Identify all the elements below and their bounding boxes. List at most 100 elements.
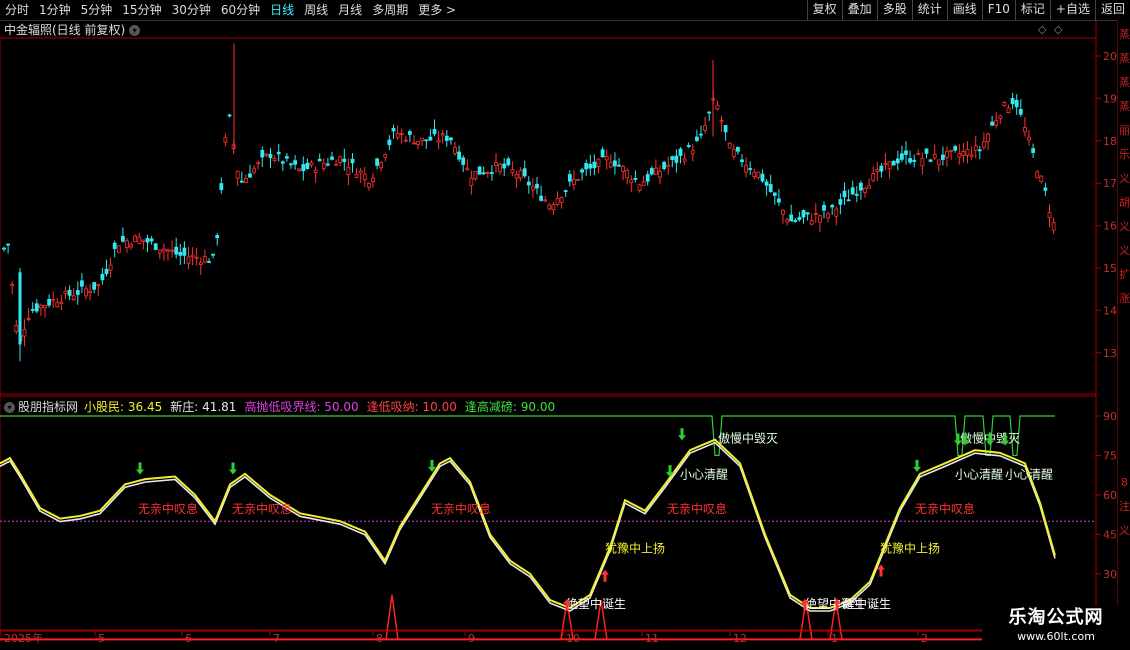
candle-body xyxy=(137,236,142,244)
new-dealer-line xyxy=(0,441,1056,612)
candle-body xyxy=(1014,99,1019,108)
candle-body xyxy=(645,174,650,182)
candle-body xyxy=(555,198,560,205)
candle-body xyxy=(92,282,97,290)
candle-body xyxy=(625,170,630,179)
sell-arrow-icon xyxy=(678,428,686,441)
candle-body xyxy=(141,239,146,242)
candle-body xyxy=(243,177,248,183)
candle-body xyxy=(190,254,195,258)
candle-body xyxy=(686,145,691,147)
candle-body xyxy=(166,249,170,252)
diamond-icon[interactable]: ◇ xyxy=(1038,23,1047,36)
candle-body xyxy=(871,173,876,181)
annotation-sigh: 无亲中叹息 xyxy=(138,501,198,516)
x-tick-label: 12 xyxy=(733,632,747,645)
candle-body xyxy=(268,153,273,159)
candle-body xyxy=(371,177,375,183)
candle-body xyxy=(47,298,51,306)
candle-body xyxy=(674,155,679,163)
candle-body xyxy=(182,247,187,256)
candle-body xyxy=(494,162,498,166)
candle-body xyxy=(695,136,699,141)
candle-body xyxy=(34,303,39,312)
candle-body xyxy=(813,212,818,215)
candle-body xyxy=(342,158,347,162)
candle-body xyxy=(489,172,494,174)
candle-body xyxy=(567,174,572,182)
annotation-caution: 小心清醒 xyxy=(955,467,1003,481)
candle-body xyxy=(731,149,736,157)
candle-body xyxy=(764,181,769,186)
candle-body xyxy=(1002,101,1007,106)
candle-body xyxy=(867,185,871,189)
candle-body xyxy=(280,161,285,164)
candle-body xyxy=(18,272,22,345)
candle-body xyxy=(453,146,457,154)
candle-body xyxy=(526,181,531,186)
strip-char: 义 xyxy=(1119,172,1130,185)
strip-char: 丽 xyxy=(1119,124,1130,137)
candle-body xyxy=(219,183,224,191)
y-tick-label: 90.00 xyxy=(1103,410,1118,423)
strip-char: 义 xyxy=(1119,244,1130,257)
candle-body xyxy=(809,220,814,225)
candle-body xyxy=(1031,148,1035,153)
candle-body xyxy=(522,168,527,177)
annotation-sigh: 无亲中叹息 xyxy=(915,501,975,516)
candle-body xyxy=(6,243,10,246)
indicator-header: ▾ 股朋指标网 小股民: 36.45 新庄: 41.81 高抛低吸界线: 50.00 逢低… xyxy=(4,398,563,415)
candle-body xyxy=(174,246,179,255)
candle-body xyxy=(617,164,621,167)
candle-body xyxy=(904,150,908,155)
candle-body xyxy=(2,247,6,250)
candle-body xyxy=(641,181,646,186)
candle-body xyxy=(715,104,720,110)
indicator-y-axis: 90.00 75.00 60.00 45.00 30.00 xyxy=(1096,410,1118,581)
candle-body xyxy=(1047,212,1052,218)
candle-body xyxy=(670,156,675,160)
candle-body xyxy=(305,162,310,170)
candle-body xyxy=(30,308,35,311)
candle-body xyxy=(194,256,199,259)
candle-body xyxy=(239,180,244,183)
candle-body xyxy=(539,195,543,201)
candle-body xyxy=(272,158,277,162)
candle-body xyxy=(600,149,605,158)
candle-body xyxy=(543,199,548,202)
candle-body xyxy=(338,156,343,163)
candle-body xyxy=(887,161,892,170)
candle-body xyxy=(621,166,625,172)
candle-body xyxy=(547,204,552,210)
candle-body xyxy=(727,142,732,149)
candle-body xyxy=(502,163,507,169)
y-tick-label: 20.00 xyxy=(1103,50,1118,63)
candle-body xyxy=(678,148,683,156)
candle-body xyxy=(649,168,654,175)
candle-body xyxy=(1010,98,1015,105)
candle-body xyxy=(465,167,470,171)
buy-arrow-icon xyxy=(601,569,609,582)
candle-body xyxy=(424,139,429,142)
candle-body xyxy=(248,173,252,178)
watermark-title: 乐淘公式网 xyxy=(1008,607,1104,628)
candle-body xyxy=(514,174,519,179)
candle-body xyxy=(284,156,289,159)
candle-body xyxy=(756,171,761,178)
x-tick-label: 10 xyxy=(566,632,580,645)
candle-body xyxy=(608,162,613,168)
x-tick-label: 11 xyxy=(645,632,659,645)
y-tick-label: 14.00 xyxy=(1103,304,1118,317)
candle-body xyxy=(883,162,888,165)
y-tick-label: 16.00 xyxy=(1103,220,1118,233)
candle-body xyxy=(789,214,794,222)
candle-body xyxy=(875,169,880,172)
chevron-down-icon[interactable]: ▾ xyxy=(4,402,15,413)
candle-body xyxy=(330,156,334,160)
candle-body xyxy=(63,290,68,295)
x-tick-label: 2025年 xyxy=(4,631,43,645)
candle-body xyxy=(440,133,445,136)
strip-char: 乐 xyxy=(1119,148,1130,161)
diamond-icon[interactable]: ◇ xyxy=(1054,23,1063,36)
candle-body xyxy=(436,139,441,143)
